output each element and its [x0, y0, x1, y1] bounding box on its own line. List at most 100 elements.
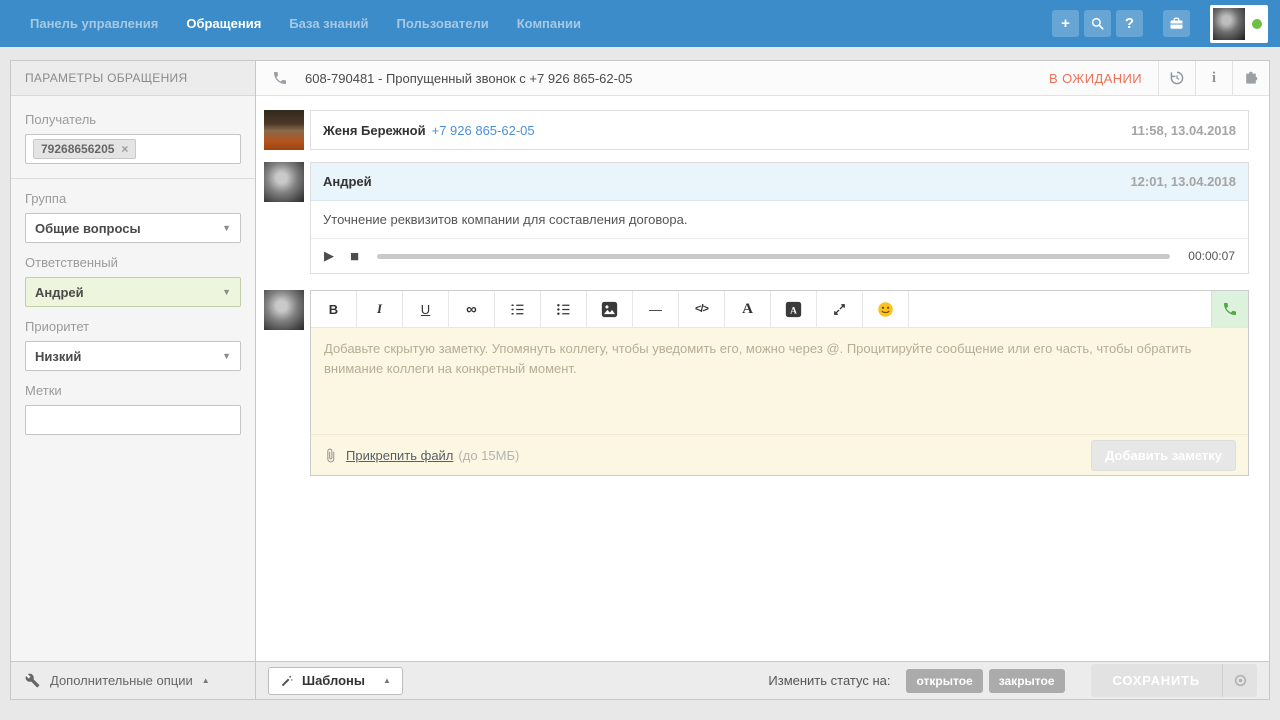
history-button[interactable] — [1158, 61, 1195, 95]
nav-knowledge-base[interactable]: База знаний — [275, 16, 382, 31]
chevron-down-icon: ▼ — [222, 287, 231, 297]
phone-icon — [1222, 301, 1238, 317]
assignee-select[interactable]: Андрей ▼ — [25, 277, 241, 307]
magic-wand-icon — [280, 674, 294, 688]
status-open-button[interactable]: открытое — [906, 669, 982, 693]
remove-recipient-icon[interactable]: × — [121, 142, 128, 156]
customer-phone-link[interactable]: +7 926 865-62-05 — [432, 123, 535, 138]
stop-icon[interactable]: ■ — [350, 248, 359, 265]
priority-select[interactable]: Низкий ▼ — [25, 341, 241, 371]
merge-button[interactable] — [1232, 61, 1269, 95]
emoji-button[interactable] — [863, 291, 909, 327]
highlight-button[interactable]: A — [771, 291, 817, 327]
message-author: Андрей — [323, 174, 372, 189]
group-value: Общие вопросы — [35, 221, 141, 236]
insert-image-button[interactable] — [587, 291, 633, 327]
nav-companies[interactable]: Компании — [503, 16, 595, 31]
save-options-button[interactable] — [1222, 664, 1257, 697]
underline-button[interactable]: U — [403, 291, 449, 327]
workspace-button[interactable] — [1163, 10, 1190, 37]
agent-avatar — [264, 162, 304, 202]
ticket-title: 608-790481 - Пропущенный звонок с +7 926… — [305, 71, 632, 86]
emoji-icon — [877, 301, 894, 318]
recipient-label: Получатель — [25, 112, 241, 127]
current-agent-avatar — [264, 290, 304, 330]
message-item: Женя Бережной +7 926 865-62-05 11:58, 13… — [264, 110, 1249, 150]
bullet-list-button[interactable] — [541, 291, 587, 327]
triangle-up-icon: ▲ — [202, 676, 210, 685]
assignee-label: Ответственный — [25, 255, 241, 270]
nav-users[interactable]: Пользователи — [383, 16, 503, 31]
group-label: Группа — [25, 191, 241, 206]
recipient-tag: 79268656205 × — [33, 139, 136, 159]
audio-player: ▶ ■ 00:00:07 — [311, 239, 1248, 273]
ticket-footer-bar: Шаблоны ▲ Изменить статус на: открытое з… — [256, 661, 1269, 699]
ticket-parameters-panel: ПАРАМЕТРЫ ОБРАЩЕНИЯ Получатель 792686562… — [10, 60, 256, 700]
audio-progress-bar[interactable] — [377, 254, 1170, 259]
bold-button[interactable]: B — [311, 291, 357, 327]
play-icon[interactable]: ▶ — [324, 248, 334, 264]
briefcase-icon — [1169, 16, 1184, 31]
add-button[interactable]: + — [1052, 10, 1079, 37]
expand-button[interactable] — [817, 291, 863, 327]
templates-button[interactable]: Шаблоны ▲ — [268, 667, 403, 695]
message-text: Уточнение реквизитов компании для состав… — [311, 201, 1248, 239]
question-icon: ? — [1125, 15, 1134, 32]
priority-value: Низкий — [35, 349, 81, 364]
sidebar-fields: Получатель 79268656205 × Группа Общие во… — [11, 96, 255, 449]
nav-tickets[interactable]: Обращения — [172, 16, 275, 31]
add-note-button[interactable]: Добавить заметку — [1091, 440, 1236, 471]
ticket-panel: 608-790481 - Пропущенный звонок с +7 926… — [255, 60, 1270, 700]
nav-dashboard[interactable]: Панель управления — [16, 16, 172, 31]
ordered-list-button[interactable] — [495, 291, 541, 327]
message-box: Женя Бережной +7 926 865-62-05 11:58, 13… — [310, 110, 1249, 150]
message-timestamp: 12:01, 13.04.2018 — [1130, 174, 1236, 189]
plus-icon: + — [1061, 15, 1070, 32]
editor-toolbar: B I U ∞ — </> A — [311, 291, 1248, 328]
change-status-label: Изменить статус на: — [768, 673, 890, 688]
assignee-value: Андрей — [35, 285, 84, 300]
user-avatar — [1213, 8, 1245, 40]
message-thread: Женя Бережной +7 926 865-62-05 11:58, 13… — [256, 96, 1269, 476]
expand-icon — [831, 301, 848, 318]
tags-label: Метки — [25, 383, 241, 398]
code-button[interactable]: </> — [679, 291, 725, 327]
tags-input[interactable] — [25, 405, 241, 435]
message-author: Женя Бережной — [323, 123, 426, 138]
recipient-tag-value: 79268656205 — [41, 142, 114, 156]
horizontal-rule-button[interactable]: — — [633, 291, 679, 327]
save-button[interactable]: СОХРАНИТЬ — [1091, 664, 1223, 697]
bullet-list-icon — [555, 301, 572, 318]
status-actions: Изменить статус на: открытое закрытое СО… — [768, 664, 1257, 697]
top-navigation: Панель управления Обращения База знаний … — [0, 0, 1280, 47]
search-button[interactable] — [1084, 10, 1111, 37]
priority-label: Приоритет — [25, 319, 241, 334]
info-button[interactable]: i — [1195, 61, 1232, 95]
ticket-header: 608-790481 - Пропущенный звонок с +7 926… — [256, 61, 1269, 96]
sidebar-divider — [11, 178, 255, 179]
message-item: Андрей 12:01, 13.04.2018 Уточнение рекви… — [264, 162, 1249, 274]
link-button[interactable]: ∞ — [449, 291, 495, 327]
additional-options-toggle[interactable]: Дополнительные опции ▲ — [11, 661, 255, 699]
font-color-button[interactable]: A — [725, 291, 771, 327]
ordered-list-icon — [509, 301, 526, 318]
ticket-header-actions: В ОЖИДАНИИ i — [1049, 61, 1269, 95]
highlight-icon: A — [785, 301, 802, 318]
help-button[interactable]: ? — [1116, 10, 1143, 37]
wrench-icon — [25, 673, 40, 688]
image-icon — [601, 301, 618, 318]
phone-icon — [272, 70, 288, 86]
user-menu[interactable] — [1210, 5, 1268, 43]
recipient-input[interactable]: 79268656205 × — [25, 134, 241, 164]
info-icon: i — [1212, 70, 1216, 87]
composer-box: B I U ∞ — </> A — [310, 290, 1249, 476]
group-select[interactable]: Общие вопросы ▼ — [25, 213, 241, 243]
note-input[interactable]: Добавьте скрытую заметку. Упомянуть колл… — [311, 328, 1248, 434]
call-button[interactable] — [1211, 291, 1248, 327]
templates-label: Шаблоны — [302, 673, 365, 688]
attach-file-link[interactable]: Прикрепить файл — [346, 448, 453, 463]
italic-button[interactable]: I — [357, 291, 403, 327]
status-closed-button[interactable]: закрытое — [989, 669, 1065, 693]
message-header: Андрей 12:01, 13.04.2018 — [311, 163, 1248, 201]
save-button-group: СОХРАНИТЬ — [1091, 664, 1258, 697]
